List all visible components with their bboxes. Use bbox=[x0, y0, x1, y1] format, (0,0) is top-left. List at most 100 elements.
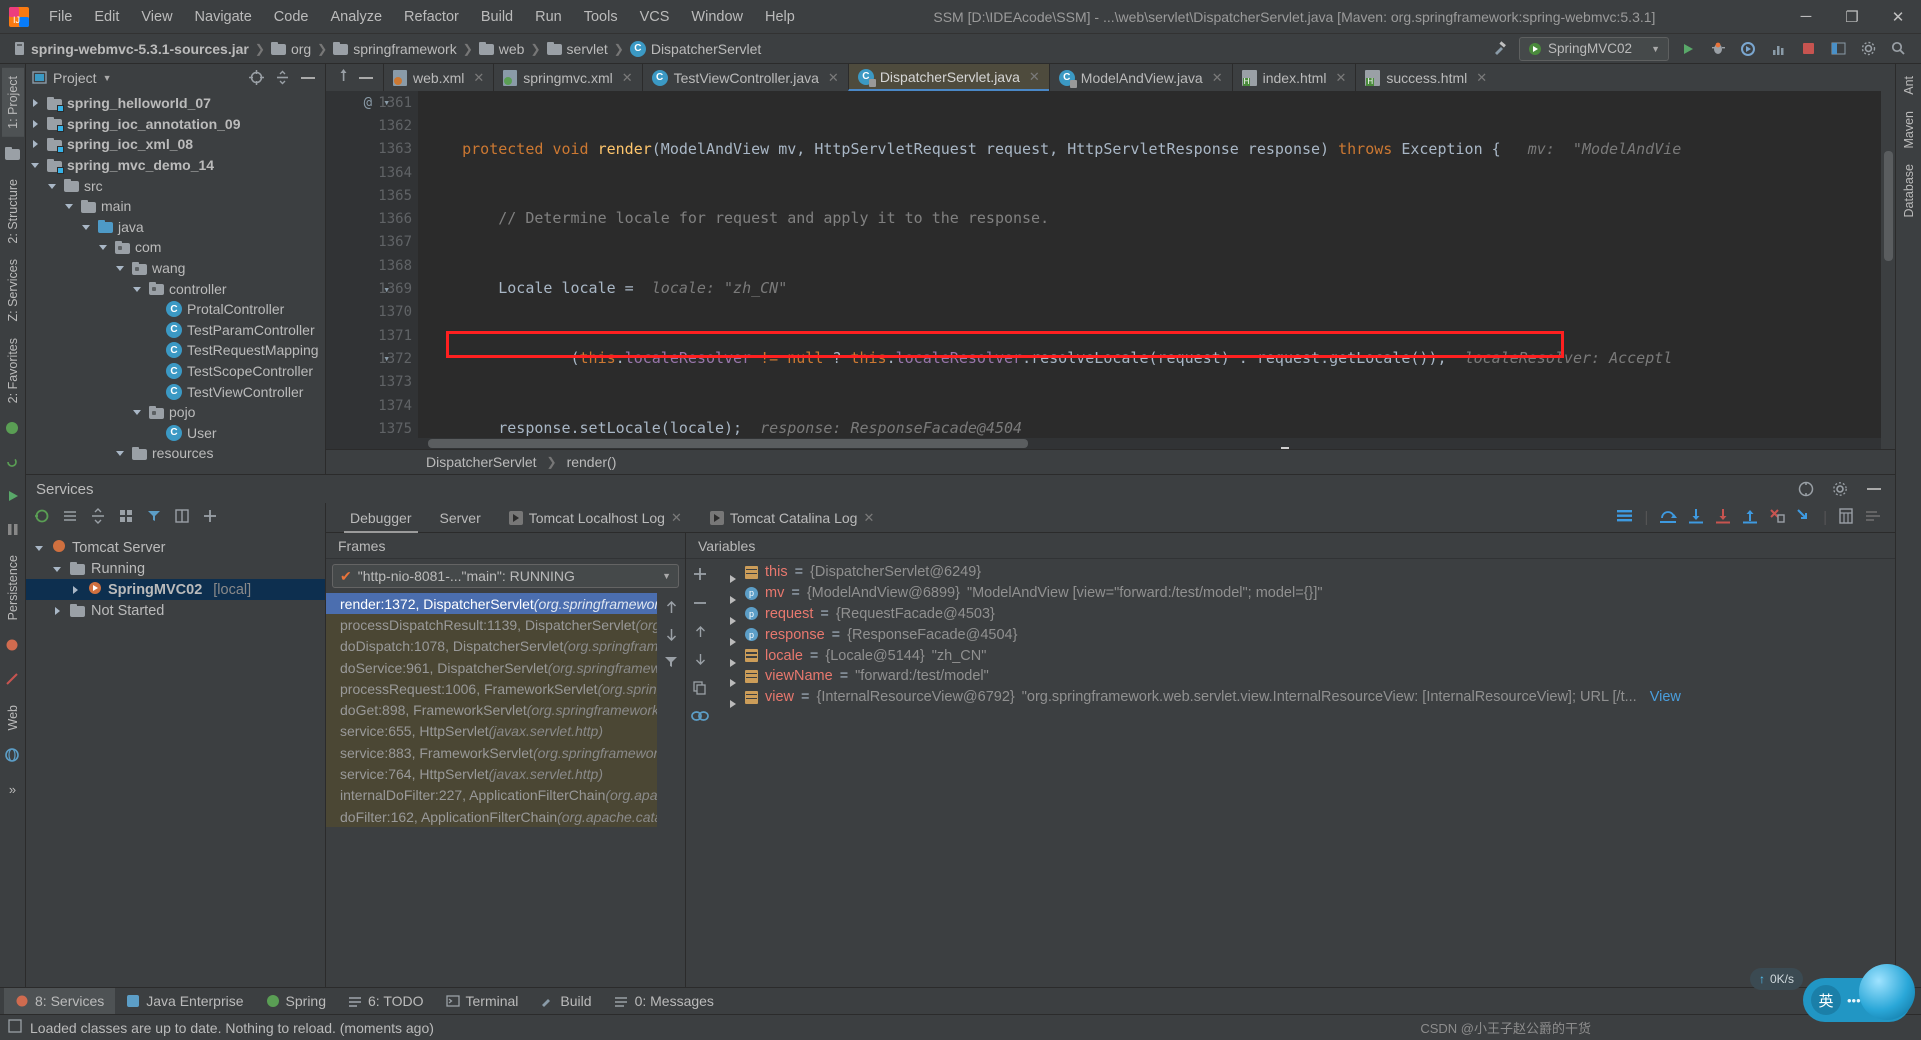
close-tab-icon[interactable]: ✕ bbox=[1335, 70, 1346, 86]
debug-icon[interactable] bbox=[1707, 38, 1729, 60]
project-tree-item[interactable]: com bbox=[26, 237, 325, 258]
frames-list[interactable]: render:1372, DispatcherServlet (org.spri… bbox=[326, 593, 657, 987]
services-tree-item[interactable]: SpringMVC02 [local] bbox=[26, 579, 325, 600]
editor-breadcrumb[interactable]: DispatcherServlet ❯ render() bbox=[326, 449, 1895, 474]
drop-frame-icon[interactable] bbox=[1769, 508, 1785, 528]
close-button[interactable]: ✕ bbox=[1875, 0, 1921, 34]
variable-row[interactable]: locale = {Locale@5144} "zh_CN" bbox=[714, 645, 1895, 667]
frame-item[interactable]: internalDoFilter:227, ApplicationFilterC… bbox=[326, 784, 657, 806]
close-tab-icon[interactable]: ✕ bbox=[863, 510, 874, 526]
chain-icon[interactable] bbox=[691, 710, 709, 726]
project-tree-item[interactable]: C TestScopeController bbox=[26, 361, 325, 382]
frame-item[interactable]: processRequest:1006, FrameworkServlet (o… bbox=[326, 678, 657, 700]
project-tree-item[interactable]: spring_helloworld_07 bbox=[26, 93, 325, 114]
project-tree-item[interactable]: C User bbox=[26, 423, 325, 444]
frame-item[interactable]: doDispatch:1078, DispatcherServlet (org.… bbox=[326, 635, 657, 657]
maximize-button[interactable]: ❐ bbox=[1829, 0, 1875, 34]
services-tree-item[interactable]: Tomcat Server bbox=[26, 537, 325, 558]
hide-panel-icon[interactable] bbox=[297, 67, 319, 89]
rail-tab-project[interactable]: 1: Project bbox=[1, 68, 24, 137]
rail-tomcat-icon[interactable] bbox=[3, 636, 23, 656]
project-tree-item[interactable]: main bbox=[26, 196, 325, 217]
debugger-tab-server[interactable]: Server bbox=[426, 503, 495, 533]
breadcrumb-method-name[interactable]: render() bbox=[567, 454, 617, 470]
close-tab-icon[interactable]: ✕ bbox=[1476, 70, 1487, 86]
project-tree-item[interactable]: C TestViewController bbox=[26, 381, 325, 402]
rail-folder-icon[interactable] bbox=[3, 144, 23, 164]
tool-button-spring[interactable]: Spring bbox=[255, 988, 337, 1015]
tree-arrow-icon[interactable] bbox=[81, 221, 93, 233]
menu-vcs[interactable]: VCS bbox=[629, 6, 681, 28]
step-over-icon[interactable] bbox=[1659, 508, 1678, 528]
expand-all-icon[interactable] bbox=[62, 508, 78, 528]
tree-arrow-icon[interactable] bbox=[47, 180, 59, 192]
filter-icon[interactable] bbox=[664, 655, 678, 672]
breadcrumb-web[interactable]: web bbox=[476, 39, 528, 59]
project-tree-item[interactable]: resources bbox=[26, 443, 325, 464]
debugger-tab-debugger[interactable]: Debugger bbox=[336, 503, 426, 533]
frame-item[interactable]: doService:961, DispatcherServlet (org.sp… bbox=[326, 656, 657, 679]
project-tree-item[interactable]: C TestRequestMapping bbox=[26, 340, 325, 361]
minimize-button[interactable]: ─ bbox=[1783, 0, 1829, 34]
copy-icon[interactable] bbox=[693, 681, 707, 699]
tree-arrow-icon[interactable] bbox=[115, 447, 127, 459]
ime-widget[interactable]: 英 ••• bbox=[1803, 964, 1915, 1022]
variable-row[interactable]: p request = {RequestFacade@4503} bbox=[714, 604, 1895, 625]
variable-view-link[interactable]: View bbox=[1650, 689, 1681, 705]
arrow-up-icon[interactable] bbox=[665, 600, 678, 618]
tool-button-services[interactable]: 8: Services bbox=[4, 987, 116, 1015]
editor-tab-springmvc-xml[interactable]: springmvc.xml ✕ bbox=[493, 64, 641, 91]
tree-arrow-icon[interactable] bbox=[132, 406, 144, 418]
rail-tab-persistence[interactable]: Persistence bbox=[2, 547, 24, 628]
move-up-icon[interactable] bbox=[694, 625, 707, 642]
tool-button-java-enterprise[interactable]: Java Enterprise bbox=[115, 988, 254, 1015]
rail-tab-database[interactable]: Database bbox=[1898, 156, 1920, 226]
close-tab-icon[interactable]: ✕ bbox=[473, 70, 484, 86]
tree-arrow-icon[interactable] bbox=[70, 584, 82, 596]
stop-icon[interactable] bbox=[1797, 38, 1819, 60]
arrow-down-icon[interactable] bbox=[665, 628, 678, 645]
run-icon[interactable] bbox=[1677, 38, 1699, 60]
project-tree-item[interactable]: C TestParamController bbox=[26, 320, 325, 341]
tree-arrow-icon[interactable] bbox=[115, 262, 127, 274]
scrollbar-thumb-h[interactable] bbox=[428, 439, 1028, 448]
tree-arrow-icon[interactable] bbox=[98, 241, 110, 253]
rail-pause-icon[interactable] bbox=[3, 520, 23, 540]
menu-build[interactable]: Build bbox=[470, 6, 524, 28]
project-tree-item[interactable]: spring_mvc_demo_14 bbox=[26, 155, 325, 176]
breadcrumb-org[interactable]: org bbox=[268, 39, 314, 59]
layout-icon[interactable] bbox=[174, 508, 190, 528]
rail-run-icon[interactable] bbox=[3, 486, 23, 506]
menu-view[interactable]: View bbox=[130, 6, 183, 28]
close-tab-icon[interactable]: ✕ bbox=[828, 70, 839, 86]
scrollbar-thumb[interactable] bbox=[1884, 151, 1893, 261]
rail-tab-maven[interactable]: Maven bbox=[1898, 103, 1920, 157]
menu-navigate[interactable]: Navigate bbox=[184, 6, 263, 28]
frame-item[interactable]: service:764, HttpServlet (javax.servlet.… bbox=[326, 763, 657, 785]
frame-item[interactable]: render:1372, DispatcherServlet (org.spri… bbox=[326, 593, 657, 615]
main-menu[interactable]: File Edit View Navigate Code Analyze Ref… bbox=[38, 6, 806, 28]
project-tree[interactable]: spring_helloworld_07 spring_ioc_annotatio… bbox=[26, 91, 325, 474]
step-into-icon[interactable] bbox=[1688, 508, 1704, 528]
tool-button-todo[interactable]: 6: TODO bbox=[337, 988, 435, 1015]
locate-target-icon[interactable] bbox=[245, 67, 267, 89]
help-icon[interactable] bbox=[1795, 478, 1817, 500]
project-tree-item[interactable]: pojo bbox=[26, 402, 325, 423]
variable-row[interactable]: p mv = {ModelAndView@6899} "ModelAndView [vi… bbox=[714, 583, 1895, 605]
editor-tab-modelandview-java[interactable]: C ModelAndView.java ✕ bbox=[1048, 64, 1232, 91]
run-to-cursor-icon[interactable] bbox=[1796, 508, 1812, 528]
chevron-down-icon[interactable]: ▼ bbox=[103, 73, 112, 83]
pin-icon[interactable] bbox=[336, 68, 351, 87]
rail-globe-icon[interactable] bbox=[3, 745, 23, 765]
frame-item[interactable]: doFilter:162, ApplicationFilterChain (or… bbox=[326, 805, 657, 828]
close-tab-icon[interactable]: ✕ bbox=[671, 510, 682, 526]
run-configuration-selector[interactable]: SpringMVC02 ▼ bbox=[1519, 36, 1669, 61]
move-down-icon[interactable] bbox=[694, 653, 707, 670]
breadcrumb-springframework[interactable]: springframework bbox=[330, 39, 459, 59]
menu-code[interactable]: Code bbox=[263, 6, 320, 28]
code-editor[interactable]: 1361 @ ▾ 1362 1363 1364 1365 1366 1367 136… bbox=[326, 91, 1895, 449]
filter-icon[interactable] bbox=[146, 508, 162, 528]
collapse-all-icon[interactable] bbox=[90, 508, 106, 528]
breadcrumb-servlet[interactable]: servlet bbox=[544, 39, 611, 59]
menu-analyze[interactable]: Analyze bbox=[319, 6, 393, 28]
